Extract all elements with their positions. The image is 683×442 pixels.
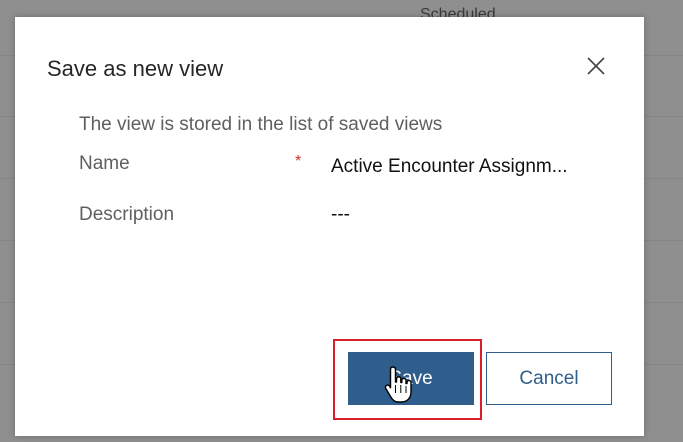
cancel-button[interactable]: Cancel [486, 352, 612, 405]
dialog-subtitle: The view is stored in the list of saved … [79, 114, 443, 135]
name-label: Name [79, 153, 130, 174]
description-field[interactable]: --- [331, 204, 606, 226]
close-icon [587, 57, 605, 75]
save-view-dialog: Save as new view The view is stored in t… [15, 17, 644, 436]
dialog-title: Save as new view [47, 56, 224, 81]
name-field[interactable]: Active Encounter Assignm... [331, 156, 606, 178]
required-indicator: * [295, 153, 302, 170]
hand-pointer-icon [384, 366, 412, 403]
description-label: Description [79, 204, 175, 225]
close-button[interactable] [581, 51, 611, 81]
